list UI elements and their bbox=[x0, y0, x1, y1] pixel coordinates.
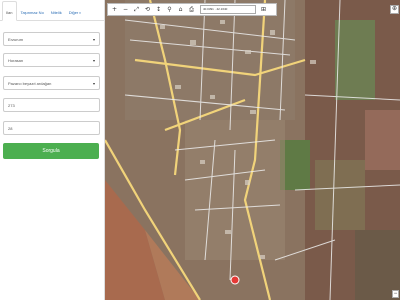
expand-icon[interactable]: ⤢ bbox=[132, 5, 141, 14]
ilce-select[interactable]: Horasan ▾ bbox=[3, 53, 100, 67]
ada-input[interactable]: 273 bbox=[3, 98, 100, 112]
search-button[interactable]: Sorgula bbox=[3, 143, 99, 159]
search-tabs: Ilan Taşınmaz No Nitelik Diğer ▾ bbox=[0, 0, 104, 21]
home-icon[interactable]: ⌂ bbox=[176, 5, 185, 14]
chevron-down-icon: ▾ bbox=[92, 81, 95, 86]
chevron-down-icon: ▾ bbox=[92, 58, 95, 63]
mahalle-value: Pazarcı beyazıt ardağan bbox=[8, 80, 52, 86]
mahalle-select[interactable]: Pazarcı beyazıt ardağan ▾ bbox=[3, 76, 100, 90]
chevron-down-icon: ▾ bbox=[79, 11, 81, 15]
tab-ilan[interactable]: Ilan bbox=[2, 1, 18, 21]
tab-label: Nitelik bbox=[50, 10, 62, 15]
rotate-icon[interactable]: ⟲ bbox=[143, 5, 152, 14]
tab-label: Taşınmaz No bbox=[20, 10, 44, 15]
chevron-down-icon: ▾ bbox=[92, 37, 95, 42]
map-canvas[interactable] bbox=[105, 0, 400, 300]
zoom-in-button[interactable]: ⊕ bbox=[390, 5, 399, 14]
parsel-input[interactable]: 28 bbox=[3, 121, 100, 135]
tab-tasinmaz-no[interactable]: Taşınmaz No bbox=[17, 0, 47, 20]
il-value: Erzurum bbox=[8, 36, 24, 42]
measure-icon[interactable]: ↕ bbox=[154, 5, 163, 14]
map-toolbar: + − ⤢ ⟲ ↕ ⚲ ⌂ ⎙ 40.0391 · 42.1640 ⊞ bbox=[107, 3, 277, 16]
grid-icon[interactable]: ⊞ bbox=[259, 5, 268, 14]
ada-value: 273 bbox=[8, 102, 15, 108]
print-icon[interactable]: ⎙ bbox=[187, 5, 196, 14]
ilce-value: Horasan bbox=[8, 57, 24, 63]
zoom-out-icon[interactable]: − bbox=[121, 5, 130, 14]
search-panel: Ilan Taşınmaz No Nitelik Diğer ▾ Erzurum … bbox=[0, 0, 105, 300]
tab-label: Diğer bbox=[68, 10, 79, 15]
il-select[interactable]: Erzurum ▾ bbox=[3, 32, 100, 46]
tab-label: Ilan bbox=[6, 10, 13, 15]
parcel-marker-icon[interactable] bbox=[229, 274, 241, 286]
tab-nitelik[interactable]: Nitelik bbox=[48, 0, 66, 20]
coordinate-readout[interactable]: 40.0391 · 42.1640 bbox=[200, 5, 256, 14]
zoom-in-icon[interactable]: + bbox=[110, 5, 119, 14]
tab-diger[interactable]: Diğer ▾ bbox=[66, 0, 85, 20]
zoom-out-button[interactable]: − bbox=[392, 290, 399, 298]
layers-icon[interactable]: ⚲ bbox=[165, 5, 174, 14]
parsel-value: 28 bbox=[8, 125, 13, 131]
satellite-imagery bbox=[105, 0, 400, 300]
